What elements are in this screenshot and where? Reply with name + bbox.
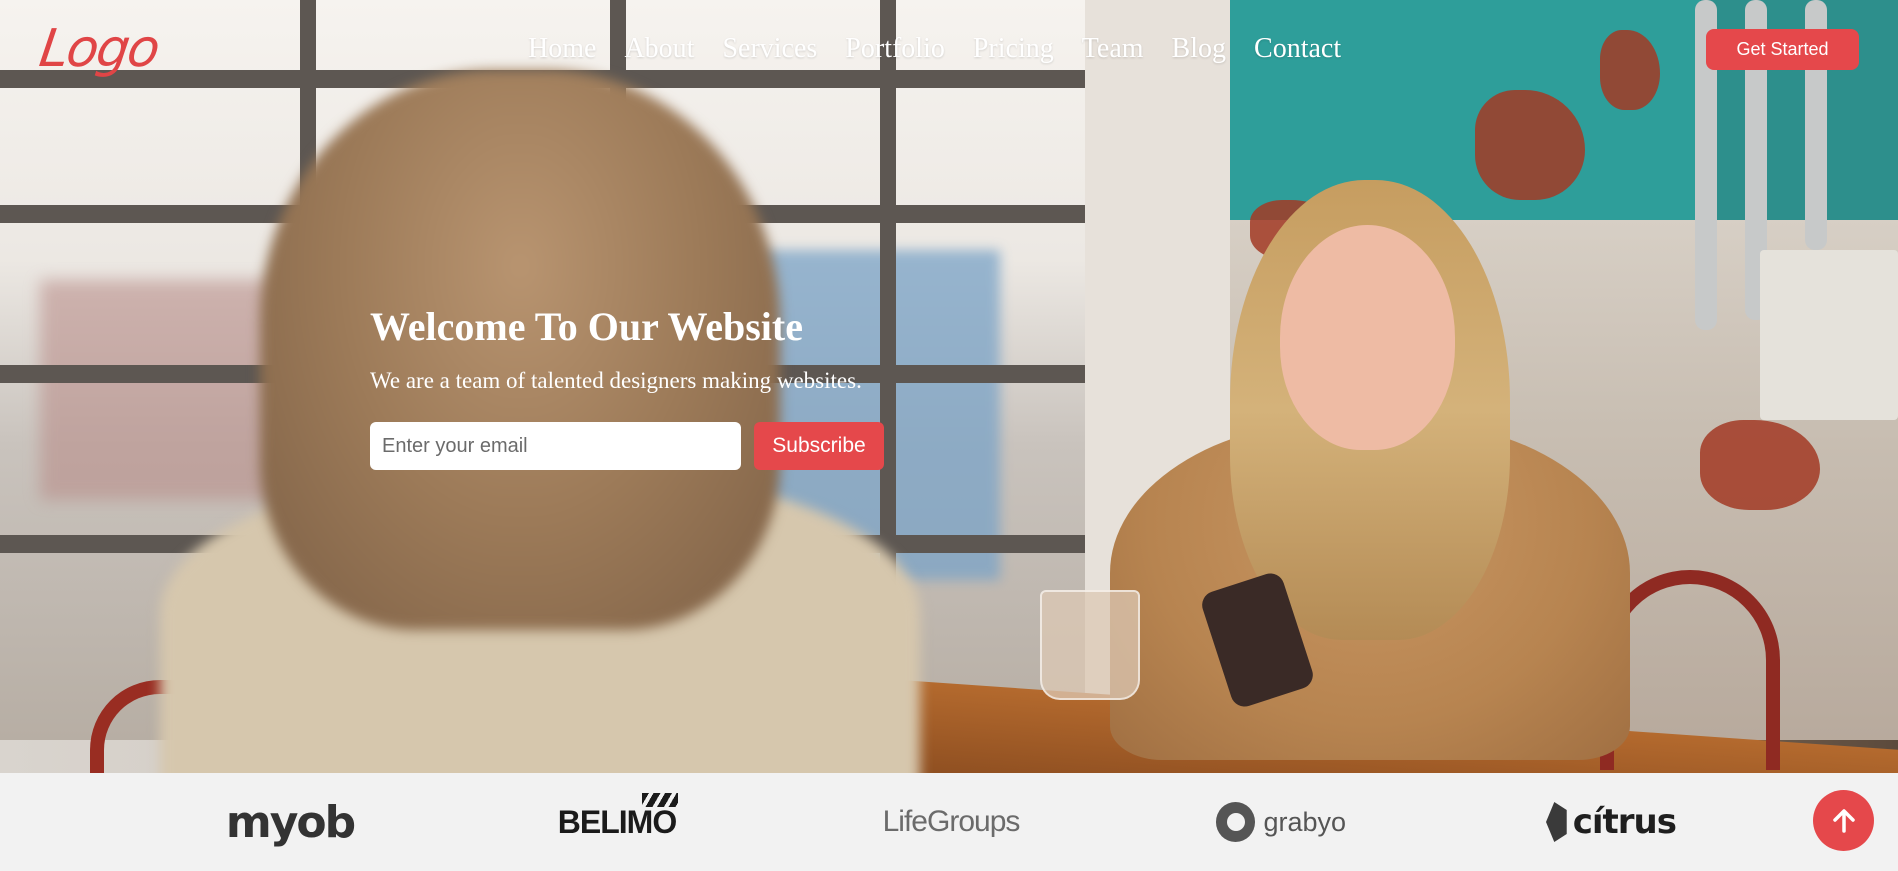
client-logo-belimo: BELIMO [552,793,682,849]
belimo-mark-icon [642,793,678,807]
nav-contact[interactable]: Contact [1240,28,1355,70]
client-name: cítrus [1572,802,1677,842]
client-logo-lifegroups: LifeGroups [883,795,1021,849]
nav-home[interactable]: Home [514,28,610,70]
nav-portfolio[interactable]: Portfolio [831,28,959,70]
main-nav: Home About Services Portfolio Pricing Te… [514,28,1355,70]
clients-bar: myob BELIMO LifeGroups grabyo cítrus [0,773,1898,871]
arrow-up-icon [1832,808,1855,833]
nav-team[interactable]: Team [1068,28,1158,70]
hero-background-image [0,0,1898,773]
citrus-mark-icon [1546,802,1567,842]
nav-about[interactable]: About [610,28,708,70]
nav-blog[interactable]: Blog [1158,28,1240,70]
subscribe-button[interactable]: Subscribe [754,422,884,470]
client-name: myob [225,796,356,848]
nav-pricing[interactable]: Pricing [959,28,1068,70]
client-logo-citrus: cítrus [1546,795,1677,849]
client-name: grabyo [1263,806,1346,837]
grabyo-mark-icon [1216,802,1256,842]
client-name: BELIMO [557,803,677,840]
site-logo[interactable]: Logo [35,16,204,82]
get-started-button[interactable]: Get Started [1706,29,1859,70]
nav-services[interactable]: Services [708,28,831,70]
client-logo-grabyo: grabyo [1216,795,1346,849]
hero-title: Welcome To Our Website [370,304,803,349]
scroll-to-top-button[interactable] [1813,790,1874,851]
client-name: LifeGroups [882,805,1021,838]
client-logo-myob: myob [226,795,356,849]
email-input[interactable] [370,422,741,470]
hero-subtitle: We are a team of talented designers maki… [370,368,862,393]
